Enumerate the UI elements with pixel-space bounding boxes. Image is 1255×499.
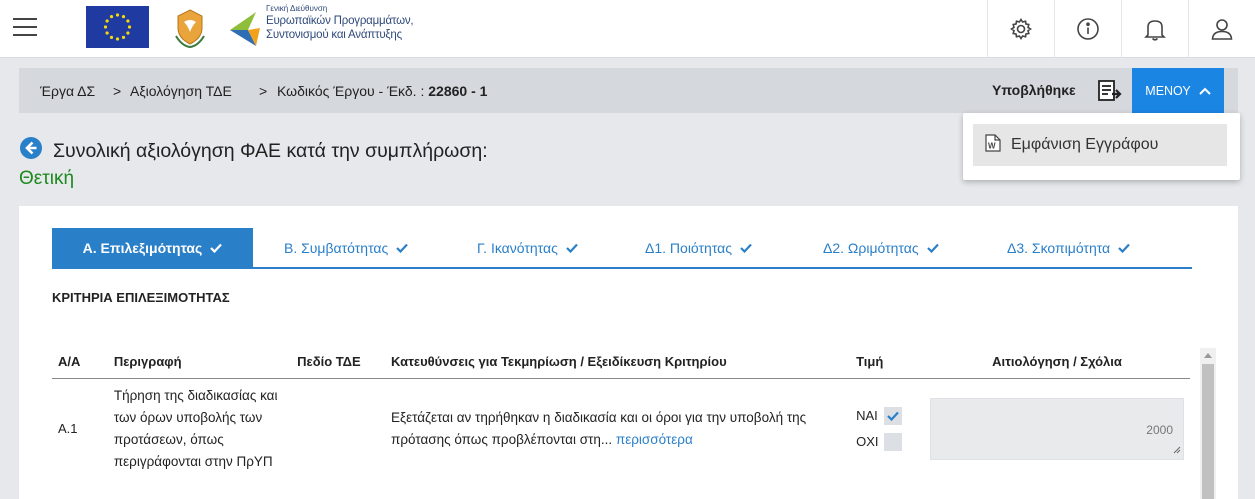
comment-char-counter: 2000 [1146,422,1173,437]
tab-label: Δ2. Ωριμότητας [823,240,919,256]
column-header-value: Τιμή [850,346,924,379]
row-comment-cell: 2000 [924,378,1190,479]
yes-label: ΝΑΙ [856,408,878,423]
info-icon[interactable] [1054,0,1121,58]
no-label: ΟΧΙ [856,434,879,449]
column-header-description: Περιγραφή [107,346,292,379]
tab-eligibility[interactable]: Α. Επιλεξιμότητας [52,228,253,268]
agency-line-2: Συντονισμού και Ανάπτυξης [266,29,402,41]
agency-line-1: Ευρωπαϊκών Προγραμμάτων, [266,15,414,27]
yes-checkbox[interactable] [884,406,903,425]
submitted-document-icon [1097,80,1123,107]
user-icon[interactable] [1188,0,1255,58]
view-document-menu-item[interactable]: W Εμφάνιση Εγγράφου [973,124,1227,166]
cyprus-emblem-logo [168,6,212,50]
check-icon [566,240,578,256]
table-header-row: Α/Α Περιγραφή Πεδίο ΤΔΕ Κατευθύνσεις για… [52,346,1190,379]
top-navbar: Γενική Διεύθυνση Ευρωπαϊκών Προγραμμάτων… [0,0,1255,58]
criteria-table: Α/Α Περιγραφή Πεδίο ΤΔΕ Κατευθύνσεις για… [52,346,1190,479]
tab-capacity[interactable]: Γ. Ικανότητας [477,228,578,268]
check-icon [926,240,939,256]
resize-handle-icon[interactable] [1173,442,1181,457]
page-title: Συνολική αξιολόγηση ΦΑΕ κατά την συμπλήρ… [53,140,488,162]
menu-button-label: ΜΕΝΟΥ [1145,83,1191,98]
hamburger-menu-icon[interactable] [13,18,37,38]
breadcrumb-item-projects[interactable]: Έργα ΔΣ [40,83,95,99]
column-header-comments: Αιτιολόγηση / Σχόλια [924,346,1190,379]
column-header-number: Α/Α [52,346,108,379]
column-header-guidance: Κατευθύνσεις για Τεκμηρίωση / Εξειδίκευσ… [385,346,851,379]
row-description: Τήρηση της διαδικασίας και των όρων υποβ… [113,387,278,469]
breadcrumb-bar: Έργα ΔΣ > Αξιολόγηση ΤΔΕ > Κωδικός Έργου… [19,68,1238,113]
tab-purpose[interactable]: Δ3. Σκοπιμότητα [1007,228,1130,268]
row-guidance: Εξετάζεται αν τηρήθηκαν η διαδικασία και… [385,378,850,479]
svg-text:W: W [988,141,996,150]
scrollbar-thumb[interactable] [1202,364,1214,499]
menu-dropdown: W Εμφάνιση Εγγράφου [963,113,1240,180]
agency-name: Γενική Διεύθυνση Ευρωπαϊκών Προγραμμάτων… [266,4,414,42]
tab-label: Α. Επιλεξιμότητας [82,240,203,256]
tabs-underline [52,267,1192,269]
tab-label: Δ1. Ποιότητας [645,240,733,256]
word-document-icon: W [985,133,1001,157]
criteria-card: Α. Επιλεξιμότητας Β. Συμβατότητας Γ. Ικα… [19,206,1238,499]
check-icon [210,240,223,256]
column-header-field: Πεδίο ΤΔΕ [291,346,386,379]
tab-compatibility[interactable]: Β. Συμβατότητας [284,228,409,268]
breadcrumb-item-project-code: Κωδικός Έργου - Έκδ. : 22860 - 1 [277,83,487,99]
breadcrumb-separator: > [259,83,268,99]
project-code-value: 22860 - 1 [428,83,488,99]
tab-quality[interactable]: Δ1. Ποιότητας [645,228,752,268]
check-icon [396,240,409,256]
tab-maturity[interactable]: Δ2. Ωριμότητας [823,228,939,268]
bell-icon[interactable] [1121,0,1188,58]
row-value: ΝΑΙ ΟΧΙ [850,378,924,479]
evaluation-result: Θετική [19,168,75,189]
section-title: ΚΡΙΤΗΡΙΑ ΕΠΙΛΕΞΙΜΟΤΗΤΑΣ [52,290,230,305]
back-arrow-icon[interactable] [19,136,43,165]
tab-label: Γ. Ικανότητας [477,240,558,256]
chevron-up-icon [1199,84,1211,98]
project-code-prefix: Κωδικός Έργου - Έκδ. : [277,83,425,99]
row-field [291,378,385,479]
breadcrumb-separator: > [113,83,122,99]
check-icon [1118,240,1130,256]
eu-flag-logo [86,6,149,48]
no-checkbox[interactable] [884,432,903,451]
menu-button[interactable]: ΜΕΝΟΥ [1132,68,1224,113]
breadcrumb-item-evaluation[interactable]: Αξιολόγηση ΤΔΕ [130,83,232,99]
status-label: Υποβλήθηκε [992,82,1076,98]
comment-textarea[interactable]: 2000 [930,397,1184,460]
view-document-label: Εμφάνιση Εγγράφου [1011,136,1159,153]
settings-icon[interactable] [987,0,1054,58]
guidance-text: Εξετάζεται αν τηρήθηκαν η διαδικασία και… [391,409,807,447]
more-link[interactable]: περισσότερα [616,432,693,447]
table-scrollbar[interactable] [1200,348,1216,499]
scroll-up-arrow-icon[interactable] [1200,348,1216,362]
agency-small-label: Γενική Διεύθυνση [266,4,328,13]
table-row: Α.1 Τήρηση της διαδικασίας και των όρων … [52,378,1190,479]
row-id: Α.1 [58,421,78,436]
tab-label: Β. Συμβατότητας [284,240,389,256]
tab-label: Δ3. Σκοπιμότητα [1007,240,1111,256]
check-icon [740,240,752,256]
